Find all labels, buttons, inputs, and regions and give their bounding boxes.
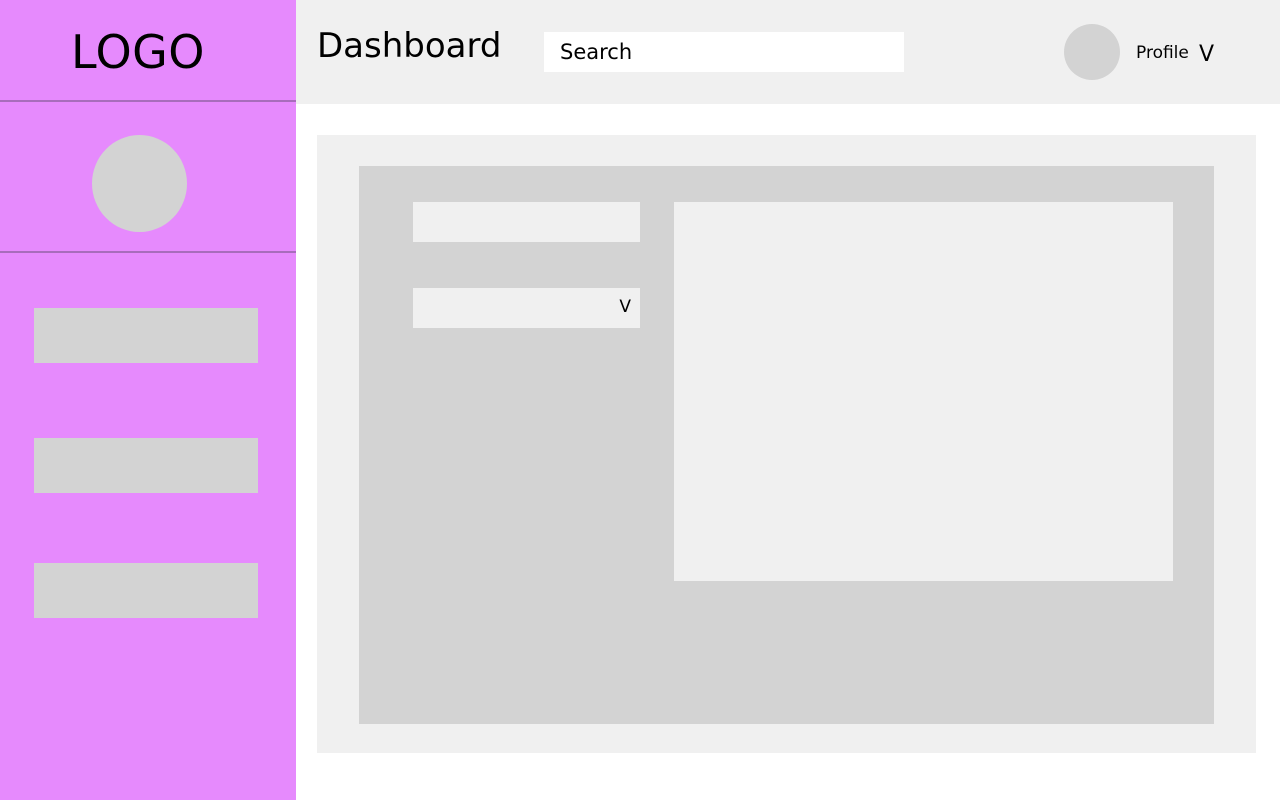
sidebar-divider-top [0,100,296,102]
logo-text: LOGO [70,24,206,79]
sidebar-divider-bottom [0,251,296,253]
page-title: Dashboard [317,26,502,66]
preview-panel [674,202,1173,581]
sidebar-item-1[interactable] [34,308,258,363]
sidebar-item-2[interactable] [34,438,258,493]
chevron-down-icon: V [619,297,631,317]
sidebar-item-3[interactable] [34,563,258,618]
profile-avatar[interactable] [1064,24,1120,80]
content-area: V [317,135,1256,753]
sidebar: LOGO [0,0,296,800]
dropdown-select[interactable]: V [413,288,640,328]
chevron-down-icon[interactable]: V [1199,42,1214,67]
search-input[interactable] [544,32,904,72]
profile-label[interactable]: Profile [1136,43,1189,63]
logo[interactable]: LOGO [0,0,296,101]
text-input[interactable] [413,202,640,242]
form-panel: V [359,166,1214,724]
header-bar: Dashboard Profile V [296,0,1280,104]
sidebar-avatar[interactable] [92,135,187,232]
